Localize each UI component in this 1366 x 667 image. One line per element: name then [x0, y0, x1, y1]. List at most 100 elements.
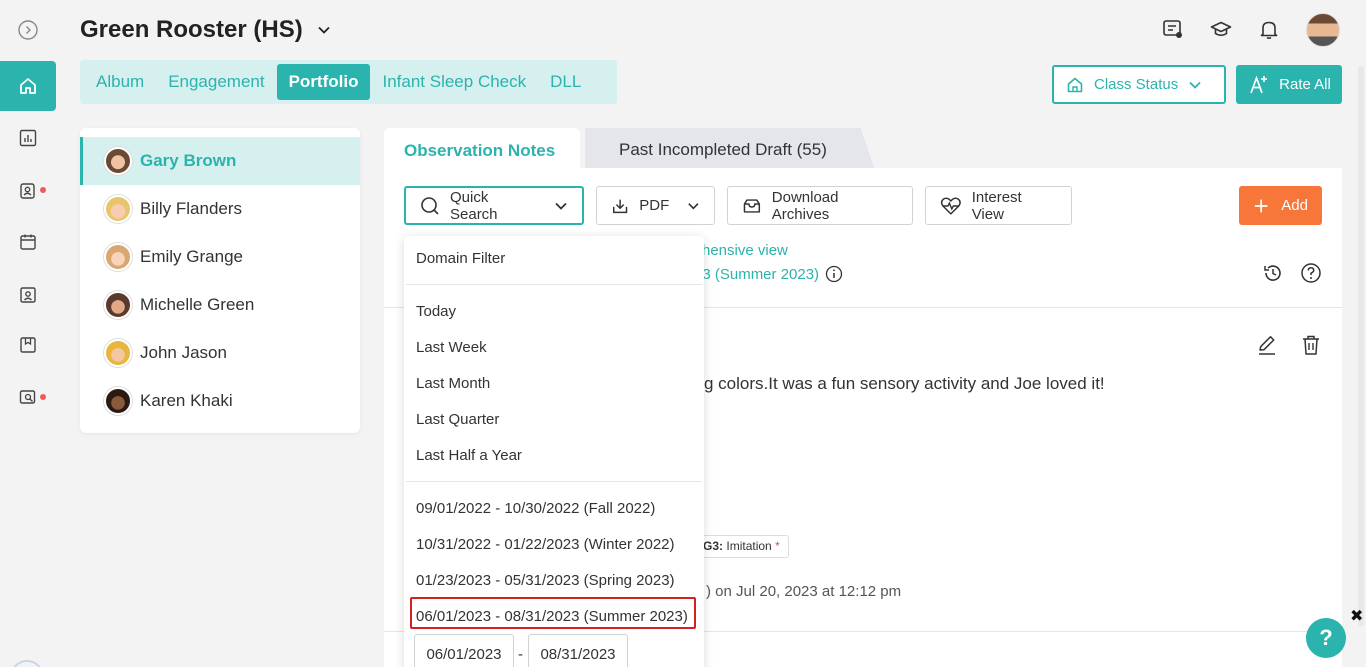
menu-item-today[interactable]: Today	[416, 303, 456, 320]
child-avatar	[104, 147, 132, 175]
trash-icon[interactable]	[1300, 334, 1322, 356]
download-icon	[613, 199, 628, 213]
tab-infant-sleep-check[interactable]: Infant Sleep Check	[370, 64, 538, 100]
help-circle-icon[interactable]	[1300, 262, 1322, 284]
home-icon	[20, 78, 36, 94]
observation-note-text: g colors.It was a fun sensory activity a…	[704, 374, 1105, 393]
child-avatar	[104, 339, 132, 367]
edit-pencil-icon[interactable]	[1256, 334, 1278, 356]
children-icon[interactable]	[18, 181, 38, 201]
add-button[interactable]: Add	[1239, 186, 1322, 225]
domain-tag-label: Imitation	[726, 539, 772, 553]
section-tabs: Album Engagement Portfolio Infant Sleep …	[80, 60, 617, 104]
start-date-field[interactable]: 06/01/2023	[414, 634, 514, 667]
interest-view-label: Interest View	[971, 188, 1022, 223]
tab-dll[interactable]: DLL	[538, 64, 593, 100]
download-archives-button[interactable]: Download Archives	[727, 186, 913, 225]
menu-item-last-quarter[interactable]: Last Quarter	[416, 411, 499, 428]
search-icon	[421, 196, 439, 215]
menu-item-last-half-year[interactable]: Last Half a Year	[416, 447, 522, 464]
child-name: Emily Grange	[140, 247, 243, 266]
chevron-down-icon	[688, 202, 699, 209]
quick-search-dropdown: Domain Filter Today Last Week Last Month…	[404, 236, 704, 667]
divider	[406, 481, 702, 482]
child-item-gary-brown[interactable]: Gary Brown	[80, 137, 360, 185]
chevron-down-icon	[555, 202, 567, 210]
note-actions	[1256, 334, 1322, 356]
notification-dot	[40, 394, 46, 400]
divider	[406, 284, 702, 285]
pdf-button[interactable]: PDF	[596, 186, 715, 225]
home-icon	[1067, 77, 1083, 92]
class-name: Green Rooster (HS)	[80, 16, 303, 43]
child-avatar	[104, 243, 132, 271]
child-avatar	[104, 387, 132, 415]
menu-item-winter-2022[interactable]: 10/31/2022 - 01/22/2023 (Winter 2022)	[416, 536, 675, 553]
info-icon[interactable]	[825, 265, 843, 283]
page-title[interactable]: Green Rooster (HS)	[80, 16, 331, 44]
menu-item-domain-filter[interactable]: Domain Filter	[416, 250, 505, 267]
period-label: 23 (Summer 2023)	[694, 265, 843, 283]
required-mark: *	[775, 539, 780, 553]
child-name: John Jason	[140, 343, 227, 362]
download-archives-label: Download Archives	[771, 188, 839, 223]
heart-pulse-icon	[940, 196, 961, 215]
expand-sidebar-icon[interactable]	[18, 20, 38, 40]
scrollbar[interactable]	[1358, 66, 1364, 626]
close-help-icon[interactable]: ✖	[1350, 606, 1363, 626]
child-name: Karen Khaki	[140, 391, 233, 410]
messages-icon[interactable]	[1162, 18, 1184, 40]
graduation-cap-icon[interactable]	[1210, 18, 1232, 40]
header-icons	[1162, 18, 1280, 40]
tab-portfolio[interactable]: Portfolio	[276, 64, 371, 100]
reports-chart-icon[interactable]	[18, 128, 38, 148]
help-button[interactable]: ?	[1306, 618, 1346, 658]
history-icon[interactable]	[1262, 262, 1284, 284]
user-avatar[interactable]	[1306, 13, 1340, 47]
add-label: Add	[1281, 197, 1308, 214]
date-separator: -	[518, 646, 523, 663]
child-item-john-jason[interactable]: John Jason	[80, 329, 360, 377]
note-meta: ) on Jul 20, 2023 at 12:12 pm	[706, 583, 902, 600]
calendar-icon[interactable]	[18, 232, 38, 252]
quick-search-button[interactable]: Quick Search	[404, 186, 584, 225]
tab-engagement[interactable]: Engagement	[156, 64, 276, 100]
child-item-billy-flanders[interactable]: Billy Flanders	[80, 185, 360, 233]
rate-person-icon	[1250, 75, 1268, 93]
interest-view-button[interactable]: Interest View	[925, 186, 1072, 225]
end-date-field[interactable]: 08/31/2023	[528, 634, 628, 667]
menu-item-summer-2023[interactable]: 06/01/2023 - 08/31/2023 (Summer 2023)	[416, 608, 688, 625]
menu-item-fall-2022[interactable]: 09/01/2022 - 10/30/2022 (Fall 2022)	[416, 500, 655, 517]
child-item-michelle-green[interactable]: Michelle Green	[80, 281, 360, 329]
rate-all-button[interactable]: Rate All	[1236, 65, 1342, 104]
domain-tag: G3: Imitation *	[694, 535, 789, 558]
archive-box-icon	[743, 198, 761, 213]
domain-tag-code: G3:	[703, 539, 724, 553]
contact-card-icon[interactable]	[18, 285, 38, 305]
search-profile-icon[interactable]	[18, 387, 38, 407]
tab-album[interactable]: Album	[84, 64, 156, 100]
rate-all-label: Rate All	[1279, 76, 1331, 93]
menu-item-last-month[interactable]: Last Month	[416, 375, 490, 392]
period-text: 23 (Summer 2023)	[694, 265, 820, 283]
rail-bottom-avatar[interactable]	[10, 660, 44, 667]
plus-icon	[1254, 199, 1268, 212]
chevron-down-icon[interactable]	[317, 23, 331, 37]
bookmark-box-icon[interactable]	[18, 335, 38, 355]
quick-search-label: Quick Search	[450, 188, 498, 223]
tab-observation-notes[interactable]: Observation Notes	[384, 128, 580, 170]
chevron-down-icon	[1189, 81, 1201, 89]
tab-past-incompleted-draft[interactable]: Past Incompleted Draft (55)	[585, 128, 875, 170]
child-name: Gary Brown	[140, 151, 237, 170]
history-help-icons	[1262, 262, 1322, 284]
bell-icon[interactable]	[1258, 18, 1280, 40]
child-item-karen-khaki[interactable]: Karen Khaki	[80, 377, 360, 425]
comprehensive-view-link[interactable]: hensive view	[702, 242, 788, 259]
menu-item-last-week[interactable]: Last Week	[416, 339, 487, 356]
class-status-dropdown[interactable]: Class Status	[1052, 65, 1226, 104]
child-item-emily-grange[interactable]: Emily Grange	[80, 233, 360, 281]
class-status-label: Class Status	[1094, 76, 1179, 93]
child-avatar	[104, 195, 132, 223]
menu-item-spring-2023[interactable]: 01/23/2023 - 05/31/2023 (Spring 2023)	[416, 572, 675, 589]
nav-home[interactable]	[0, 61, 56, 111]
